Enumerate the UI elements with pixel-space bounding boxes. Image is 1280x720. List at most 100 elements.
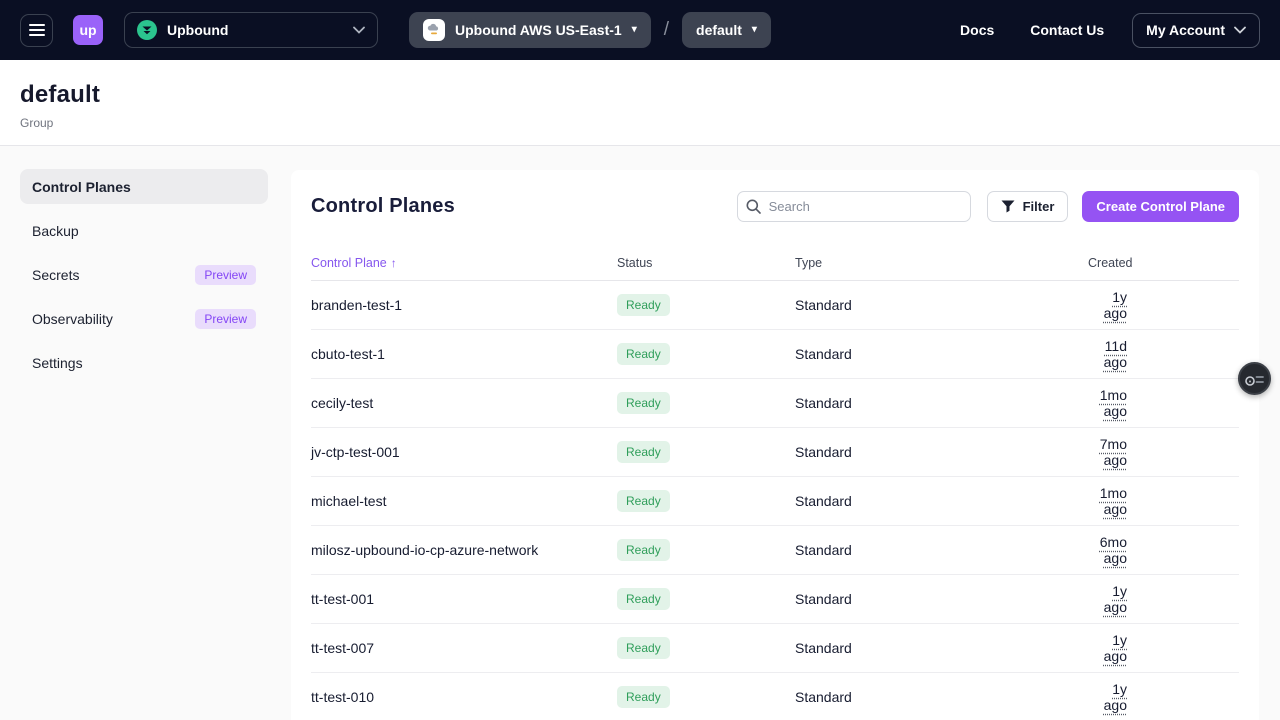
docs-link[interactable]: Docs: [960, 22, 994, 38]
status-badge: Ready: [617, 637, 670, 659]
navbar-links: Docs Contact Us My Account: [924, 13, 1260, 48]
type-cell: Standard: [795, 542, 1088, 558]
space-selector-label: Upbound AWS US-East-1: [455, 22, 622, 38]
status-badge: Ready: [617, 343, 670, 365]
table-row[interactable]: tt-test-001 Ready Standard 1y ago: [311, 575, 1239, 624]
type-cell: Standard: [795, 297, 1088, 313]
announcements-widget-button[interactable]: [1238, 362, 1271, 395]
control-plane-name[interactable]: branden-test-1: [311, 297, 617, 313]
created-time: 1mo ago: [1100, 387, 1127, 419]
chevron-down-icon: [1234, 26, 1246, 34]
control-plane-name[interactable]: jv-ctp-test-001: [311, 444, 617, 460]
panel-header: Control Planes Filter Create Control Pla…: [311, 190, 1239, 222]
created-time: 1y ago: [1104, 583, 1127, 615]
caret-down-icon: ▾: [752, 25, 757, 35]
preview-badge: Preview: [195, 309, 256, 329]
control-plane-name[interactable]: milosz-upbound-io-cp-azure-network: [311, 542, 617, 558]
my-account-label: My Account: [1146, 22, 1225, 38]
space-selector[interactable]: Upbound AWS US-East-1 ▾: [409, 12, 651, 48]
control-plane-name[interactable]: tt-test-007: [311, 640, 617, 656]
control-planes-panel: Control Planes Filter Create Control Pla…: [291, 170, 1259, 720]
status-badge: Ready: [617, 490, 670, 512]
caret-down-icon: ▾: [632, 25, 637, 35]
breadcrumb-separator: /: [664, 19, 669, 41]
type-cell: Standard: [795, 493, 1088, 509]
page-header: default Group: [0, 60, 1280, 146]
control-plane-name[interactable]: michael-test: [311, 493, 617, 509]
sidebar-item-secrets[interactable]: Secrets Preview: [20, 257, 268, 292]
table-row[interactable]: tt-test-007 Ready Standard 1y ago: [311, 624, 1239, 673]
contact-us-link[interactable]: Contact Us: [1030, 22, 1104, 38]
logo-text: up: [79, 22, 96, 38]
sidebar-item-observability[interactable]: Observability Preview: [20, 301, 268, 336]
created-time: 1y ago: [1104, 681, 1127, 713]
status-badge: Ready: [617, 392, 670, 414]
org-selector-label: Upbound: [167, 22, 343, 38]
type-cell: Standard: [795, 591, 1088, 607]
control-plane-name[interactable]: cecily-test: [311, 395, 617, 411]
filter-button[interactable]: Filter: [987, 191, 1069, 222]
upbound-org-icon: [137, 20, 157, 40]
control-plane-name[interactable]: cbuto-test-1: [311, 346, 617, 362]
type-cell: Standard: [795, 444, 1088, 460]
created-time: 7mo ago: [1100, 436, 1127, 468]
column-header-control-plane[interactable]: Control Plane↑: [311, 256, 617, 270]
org-selector[interactable]: Upbound: [124, 12, 378, 48]
search-input[interactable]: [737, 191, 971, 222]
created-time: 6mo ago: [1100, 534, 1127, 566]
column-header-type[interactable]: Type: [795, 256, 1088, 270]
column-header-status[interactable]: Status: [617, 256, 795, 270]
sidebar-item-label: Control Planes: [32, 179, 131, 195]
control-plane-name[interactable]: tt-test-001: [311, 591, 617, 607]
column-header-created[interactable]: Created: [1088, 256, 1244, 270]
sidebar-item-label: Secrets: [32, 267, 79, 283]
chevron-down-icon: [353, 26, 365, 34]
sidebar-item-label: Backup: [32, 223, 79, 239]
group-selector-label: default: [696, 22, 742, 38]
table-row[interactable]: branden-test-1 Ready Standard 1y ago: [311, 281, 1239, 330]
type-cell: Standard: [795, 689, 1088, 705]
table-row[interactable]: michael-test Ready Standard 1mo ago: [311, 477, 1239, 526]
page-subtitle: Group: [20, 116, 1260, 130]
created-time: 1y ago: [1104, 632, 1127, 664]
my-account-button[interactable]: My Account: [1132, 13, 1260, 48]
hamburger-icon: [29, 23, 45, 37]
sidebar: Control Planes Backup Secrets Preview Ob…: [20, 169, 268, 389]
table-row[interactable]: cecily-test Ready Standard 1mo ago: [311, 379, 1239, 428]
type-cell: Standard: [795, 395, 1088, 411]
status-badge: Ready: [617, 686, 670, 708]
table-row[interactable]: jv-ctp-test-001 Ready Standard 7mo ago: [311, 428, 1239, 477]
sidebar-item-control-planes[interactable]: Control Planes: [20, 169, 268, 204]
status-badge: Ready: [617, 294, 670, 316]
menu-button[interactable]: [20, 14, 53, 47]
sidebar-item-label: Settings: [32, 355, 83, 371]
create-control-plane-button[interactable]: Create Control Plane: [1082, 191, 1239, 222]
panel-title: Control Planes: [311, 195, 455, 218]
status-badge: Ready: [617, 588, 670, 610]
announcements-icon: [1245, 371, 1264, 387]
table-row[interactable]: milosz-upbound-io-cp-azure-network Ready…: [311, 526, 1239, 575]
space-cloud-icon: [423, 19, 445, 41]
created-time: 11d ago: [1104, 338, 1127, 370]
created-time: 1mo ago: [1100, 485, 1127, 517]
control-plane-name[interactable]: tt-test-010: [311, 689, 617, 705]
filter-label: Filter: [1023, 199, 1055, 214]
table-body: branden-test-1 Ready Standard 1y ago cbu…: [311, 281, 1239, 720]
filter-icon: [1001, 200, 1015, 213]
table-row[interactable]: tt-test-010 Ready Standard 1y ago: [311, 673, 1239, 720]
preview-badge: Preview: [195, 265, 256, 285]
group-selector[interactable]: default ▾: [682, 12, 771, 48]
status-badge: Ready: [617, 539, 670, 561]
sidebar-item-label: Observability: [32, 311, 113, 327]
sort-ascending-icon: ↑: [391, 256, 397, 270]
top-navbar: up Upbound Upbound AWS US-East-1 ▾ / def…: [0, 0, 1280, 60]
table-row[interactable]: cbuto-test-1 Ready Standard 11d ago: [311, 330, 1239, 379]
type-cell: Standard: [795, 346, 1088, 362]
sidebar-item-backup[interactable]: Backup: [20, 213, 268, 248]
table-header: Control Plane↑StatusTypeCreated: [311, 245, 1239, 281]
search-box: [737, 191, 971, 222]
sidebar-item-settings[interactable]: Settings: [20, 345, 268, 380]
upbound-up-logo[interactable]: up: [73, 15, 103, 45]
page-title: default: [20, 81, 1260, 109]
status-badge: Ready: [617, 441, 670, 463]
